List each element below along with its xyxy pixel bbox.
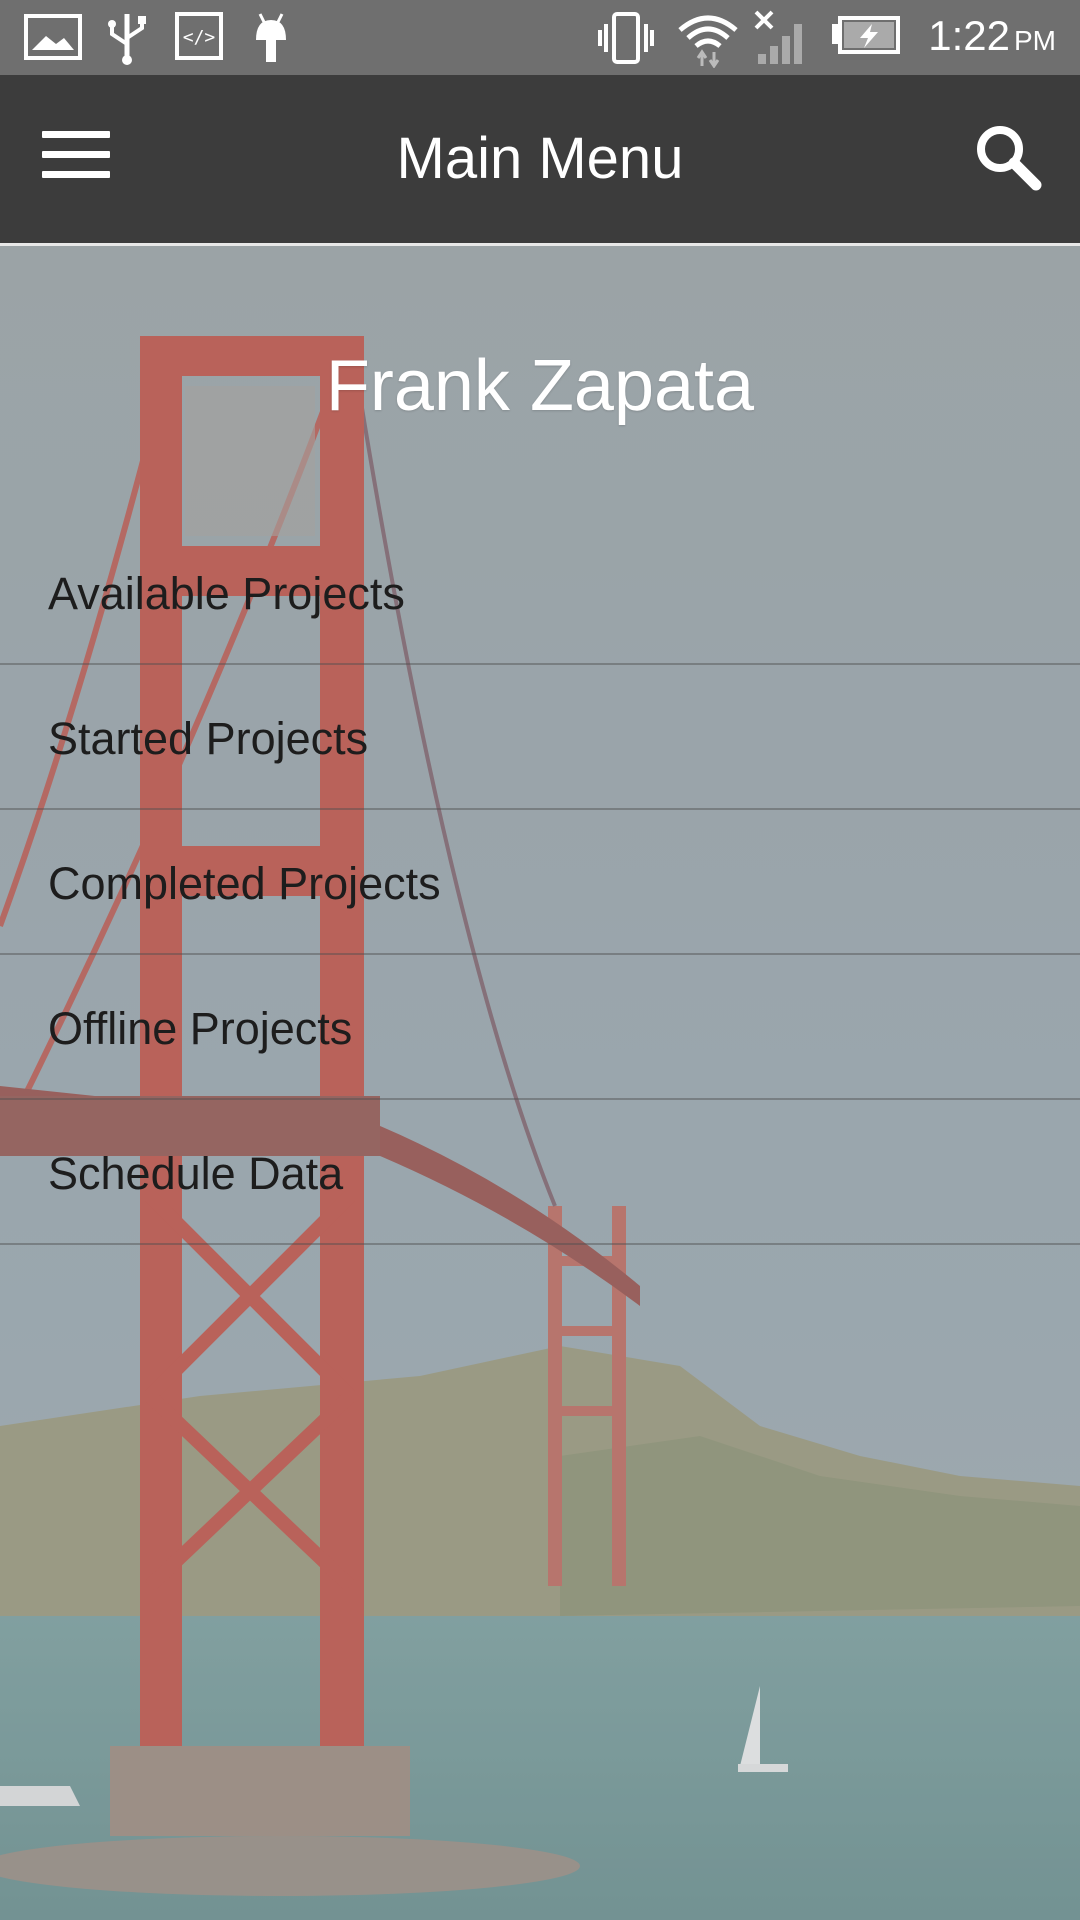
search-icon <box>977 126 1042 191</box>
user-name: Frank Zapata <box>325 346 755 426</box>
image-icon <box>24 14 82 60</box>
screen: </> 1:22 PM Main Menu Frank Zapata Avail… <box>0 0 1080 1920</box>
code-icon: </> <box>175 12 223 60</box>
menu-item-label: Available Projects <box>48 568 405 619</box>
menu-item-label: Started Projects <box>48 713 369 764</box>
vibrate-icon <box>598 12 654 64</box>
usb-icon <box>108 14 146 65</box>
app-bar: Main Menu <box>0 75 1080 246</box>
status-bar: </> 1:22 PM <box>0 0 1080 75</box>
menu-item-started-projects[interactable]: Started Projects <box>0 665 1080 810</box>
svg-text:</>: </> <box>183 27 216 48</box>
menu-item-label: Schedule Data <box>48 1148 344 1199</box>
menu-item-label: Completed Projects <box>48 858 441 909</box>
menu-item-schedule-data[interactable]: Schedule Data <box>0 1100 1080 1245</box>
clock: 1:22 PM <box>928 12 1056 59</box>
page-title: Main Menu <box>396 126 684 191</box>
menu-item-offline-projects[interactable]: Offline Projects <box>0 955 1080 1100</box>
menu-item-completed-projects[interactable]: Completed Projects <box>0 810 1080 955</box>
search-button[interactable] <box>970 119 1050 199</box>
menu-item-label: Offline Projects <box>48 1003 353 1054</box>
android-icon <box>256 13 286 62</box>
menu-item-available-projects[interactable]: Available Projects <box>0 520 1080 665</box>
wifi-icon <box>678 15 738 68</box>
drawer-menu: Available Projects Started Projects Comp… <box>0 520 1080 1245</box>
signal-icon <box>754 10 802 64</box>
battery-charging-icon <box>832 16 900 54</box>
